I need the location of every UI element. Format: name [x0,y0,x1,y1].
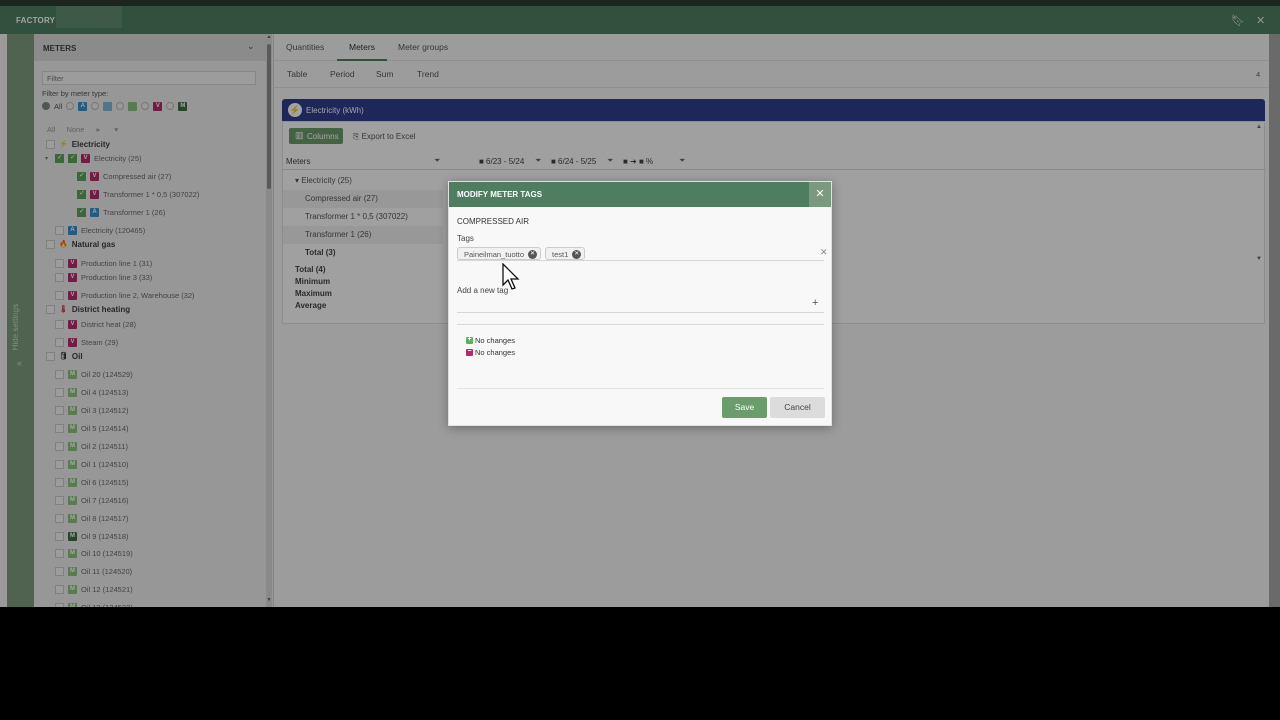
add-tag-label: Add a new tag [457,286,509,295]
remove-tag-icon[interactable]: ✕ [572,250,582,259]
added-plus-icon: + [466,336,473,344]
divider [457,388,824,389]
app-window: FACTORY 🔖︎ ✕ Hide settings « METERS ⌄ Fi… [0,0,1280,607]
removed-text: No changes [475,348,516,357]
new-tag-input[interactable] [457,297,805,312]
cancel-button[interactable]: Cancel [770,397,825,418]
tag-chip: test1 ✕ [545,247,586,260]
dialog-meter-name: COMPRESSED AIR [457,217,530,226]
tag-chip-label: Paineilman_tuotto [464,250,525,259]
mouse-pointer-icon [502,263,520,290]
removed-minus-icon: − [466,348,473,356]
add-tag-button[interactable]: + [812,297,818,309]
tag-chip: Paineilman_tuotto ✕ [457,247,542,260]
dialog-close-button[interactable]: ✕ [809,182,831,207]
added-text: No changes [475,336,516,345]
tags-label: Tags [457,234,474,243]
removed-changes: − No changes [466,348,515,357]
new-tag-field: + [457,297,824,313]
remove-tag-icon[interactable]: ✕ [528,250,538,259]
tags-field[interactable]: ✕ Paineilman_tuotto ✕ test1 ✕ [457,245,828,261]
modify-tags-dialog: MODIFY METER TAGS ✕ COMPRESSED AIR Tags … [448,181,832,426]
tag-chip-label: test1 [552,250,569,259]
divider [457,324,824,325]
added-changes: + No changes [466,336,515,345]
dialog-title: MODIFY METER TAGS [449,182,831,207]
clear-tags-icon[interactable]: ✕ [820,247,828,258]
save-button[interactable]: Save [722,397,767,418]
